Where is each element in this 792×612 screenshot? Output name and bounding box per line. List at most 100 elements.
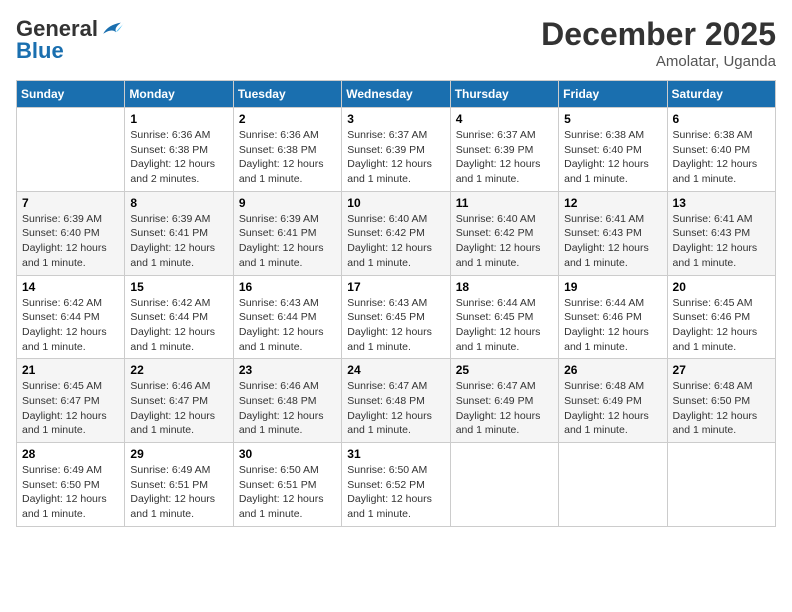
- day-number: 5: [564, 112, 661, 126]
- day-info: Sunrise: 6:40 AMSunset: 6:42 PMDaylight:…: [456, 213, 541, 269]
- day-info: Sunrise: 6:37 AMSunset: 6:39 PMDaylight:…: [347, 129, 432, 185]
- calendar-cell: 28 Sunrise: 6:49 AMSunset: 6:50 PMDaylig…: [17, 443, 125, 527]
- calendar-cell: 20 Sunrise: 6:45 AMSunset: 6:46 PMDaylig…: [667, 275, 775, 359]
- month-title: December 2025: [541, 16, 776, 53]
- calendar-cell: 27 Sunrise: 6:48 AMSunset: 6:50 PMDaylig…: [667, 359, 775, 443]
- day-number: 1: [130, 112, 227, 126]
- logo-blue: Blue: [16, 38, 64, 63]
- day-info: Sunrise: 6:50 AMSunset: 6:51 PMDaylight:…: [239, 464, 324, 520]
- day-number: 16: [239, 280, 336, 294]
- day-info: Sunrise: 6:44 AMSunset: 6:45 PMDaylight:…: [456, 297, 541, 353]
- calendar-cell: 14 Sunrise: 6:42 AMSunset: 6:44 PMDaylig…: [17, 275, 125, 359]
- calendar-cell: 3 Sunrise: 6:37 AMSunset: 6:39 PMDayligh…: [342, 108, 450, 192]
- calendar-table: SundayMondayTuesdayWednesdayThursdayFrid…: [16, 80, 776, 527]
- weekday-header-sunday: Sunday: [17, 81, 125, 108]
- weekday-header-saturday: Saturday: [667, 81, 775, 108]
- day-number: 22: [130, 363, 227, 377]
- day-info: Sunrise: 6:38 AMSunset: 6:40 PMDaylight:…: [673, 129, 758, 185]
- calendar-cell: 11 Sunrise: 6:40 AMSunset: 6:42 PMDaylig…: [450, 191, 558, 275]
- title-block: December 2025 Amolatar, Uganda: [541, 16, 776, 70]
- calendar-cell: [450, 443, 558, 527]
- day-number: 11: [456, 196, 553, 210]
- day-info: Sunrise: 6:39 AMSunset: 6:41 PMDaylight:…: [130, 213, 215, 269]
- weekday-header-thursday: Thursday: [450, 81, 558, 108]
- calendar-cell: 7 Sunrise: 6:39 AMSunset: 6:40 PMDayligh…: [17, 191, 125, 275]
- calendar-cell: 22 Sunrise: 6:46 AMSunset: 6:47 PMDaylig…: [125, 359, 233, 443]
- day-number: 2: [239, 112, 336, 126]
- calendar-cell: 24 Sunrise: 6:47 AMSunset: 6:48 PMDaylig…: [342, 359, 450, 443]
- day-info: Sunrise: 6:49 AMSunset: 6:50 PMDaylight:…: [22, 464, 107, 520]
- calendar-cell: 17 Sunrise: 6:43 AMSunset: 6:45 PMDaylig…: [342, 275, 450, 359]
- day-number: 13: [673, 196, 770, 210]
- calendar-cell: 9 Sunrise: 6:39 AMSunset: 6:41 PMDayligh…: [233, 191, 341, 275]
- weekday-header-friday: Friday: [559, 81, 667, 108]
- day-info: Sunrise: 6:44 AMSunset: 6:46 PMDaylight:…: [564, 297, 649, 353]
- calendar-cell: 18 Sunrise: 6:44 AMSunset: 6:45 PMDaylig…: [450, 275, 558, 359]
- calendar-cell: 23 Sunrise: 6:46 AMSunset: 6:48 PMDaylig…: [233, 359, 341, 443]
- day-number: 23: [239, 363, 336, 377]
- day-number: 4: [456, 112, 553, 126]
- day-info: Sunrise: 6:41 AMSunset: 6:43 PMDaylight:…: [673, 213, 758, 269]
- day-number: 26: [564, 363, 661, 377]
- day-info: Sunrise: 6:47 AMSunset: 6:49 PMDaylight:…: [456, 380, 541, 436]
- calendar-cell: 26 Sunrise: 6:48 AMSunset: 6:49 PMDaylig…: [559, 359, 667, 443]
- day-number: 25: [456, 363, 553, 377]
- day-number: 3: [347, 112, 444, 126]
- calendar-cell: 16 Sunrise: 6:43 AMSunset: 6:44 PMDaylig…: [233, 275, 341, 359]
- calendar-cell: 31 Sunrise: 6:50 AMSunset: 6:52 PMDaylig…: [342, 443, 450, 527]
- logo: General Blue: [16, 16, 124, 64]
- day-number: 21: [22, 363, 119, 377]
- calendar-cell: 5 Sunrise: 6:38 AMSunset: 6:40 PMDayligh…: [559, 108, 667, 192]
- day-info: Sunrise: 6:39 AMSunset: 6:40 PMDaylight:…: [22, 213, 107, 269]
- calendar-cell: 15 Sunrise: 6:42 AMSunset: 6:44 PMDaylig…: [125, 275, 233, 359]
- day-number: 30: [239, 447, 336, 461]
- day-number: 29: [130, 447, 227, 461]
- day-number: 27: [673, 363, 770, 377]
- day-info: Sunrise: 6:46 AMSunset: 6:47 PMDaylight:…: [130, 380, 215, 436]
- day-number: 24: [347, 363, 444, 377]
- calendar-cell: 2 Sunrise: 6:36 AMSunset: 6:38 PMDayligh…: [233, 108, 341, 192]
- calendar-cell: 30 Sunrise: 6:50 AMSunset: 6:51 PMDaylig…: [233, 443, 341, 527]
- calendar-cell: 19 Sunrise: 6:44 AMSunset: 6:46 PMDaylig…: [559, 275, 667, 359]
- day-info: Sunrise: 6:43 AMSunset: 6:45 PMDaylight:…: [347, 297, 432, 353]
- day-info: Sunrise: 6:43 AMSunset: 6:44 PMDaylight:…: [239, 297, 324, 353]
- day-info: Sunrise: 6:42 AMSunset: 6:44 PMDaylight:…: [22, 297, 107, 353]
- location: Amolatar, Uganda: [541, 53, 776, 70]
- day-info: Sunrise: 6:45 AMSunset: 6:47 PMDaylight:…: [22, 380, 107, 436]
- calendar-cell: 4 Sunrise: 6:37 AMSunset: 6:39 PMDayligh…: [450, 108, 558, 192]
- day-info: Sunrise: 6:38 AMSunset: 6:40 PMDaylight:…: [564, 129, 649, 185]
- weekday-header-monday: Monday: [125, 81, 233, 108]
- day-number: 17: [347, 280, 444, 294]
- calendar-cell: [667, 443, 775, 527]
- day-number: 8: [130, 196, 227, 210]
- day-number: 7: [22, 196, 119, 210]
- day-info: Sunrise: 6:45 AMSunset: 6:46 PMDaylight:…: [673, 297, 758, 353]
- calendar-cell: 12 Sunrise: 6:41 AMSunset: 6:43 PMDaylig…: [559, 191, 667, 275]
- day-number: 19: [564, 280, 661, 294]
- day-info: Sunrise: 6:49 AMSunset: 6:51 PMDaylight:…: [130, 464, 215, 520]
- calendar-cell: 29 Sunrise: 6:49 AMSunset: 6:51 PMDaylig…: [125, 443, 233, 527]
- calendar-cell: 10 Sunrise: 6:40 AMSunset: 6:42 PMDaylig…: [342, 191, 450, 275]
- day-info: Sunrise: 6:50 AMSunset: 6:52 PMDaylight:…: [347, 464, 432, 520]
- calendar-cell: 25 Sunrise: 6:47 AMSunset: 6:49 PMDaylig…: [450, 359, 558, 443]
- day-info: Sunrise: 6:42 AMSunset: 6:44 PMDaylight:…: [130, 297, 215, 353]
- day-number: 10: [347, 196, 444, 210]
- day-info: Sunrise: 6:39 AMSunset: 6:41 PMDaylight:…: [239, 213, 324, 269]
- day-number: 9: [239, 196, 336, 210]
- day-info: Sunrise: 6:47 AMSunset: 6:48 PMDaylight:…: [347, 380, 432, 436]
- bird-icon: [100, 19, 124, 39]
- day-info: Sunrise: 6:36 AMSunset: 6:38 PMDaylight:…: [130, 129, 215, 185]
- day-info: Sunrise: 6:48 AMSunset: 6:49 PMDaylight:…: [564, 380, 649, 436]
- page-header: General Blue December 2025 Amolatar, Uga…: [16, 16, 776, 70]
- calendar-cell: 1 Sunrise: 6:36 AMSunset: 6:38 PMDayligh…: [125, 108, 233, 192]
- day-number: 20: [673, 280, 770, 294]
- day-info: Sunrise: 6:36 AMSunset: 6:38 PMDaylight:…: [239, 129, 324, 185]
- day-info: Sunrise: 6:41 AMSunset: 6:43 PMDaylight:…: [564, 213, 649, 269]
- calendar-cell: [559, 443, 667, 527]
- day-number: 12: [564, 196, 661, 210]
- calendar-cell: 13 Sunrise: 6:41 AMSunset: 6:43 PMDaylig…: [667, 191, 775, 275]
- day-number: 15: [130, 280, 227, 294]
- calendar-cell: [17, 108, 125, 192]
- calendar-cell: 21 Sunrise: 6:45 AMSunset: 6:47 PMDaylig…: [17, 359, 125, 443]
- day-info: Sunrise: 6:37 AMSunset: 6:39 PMDaylight:…: [456, 129, 541, 185]
